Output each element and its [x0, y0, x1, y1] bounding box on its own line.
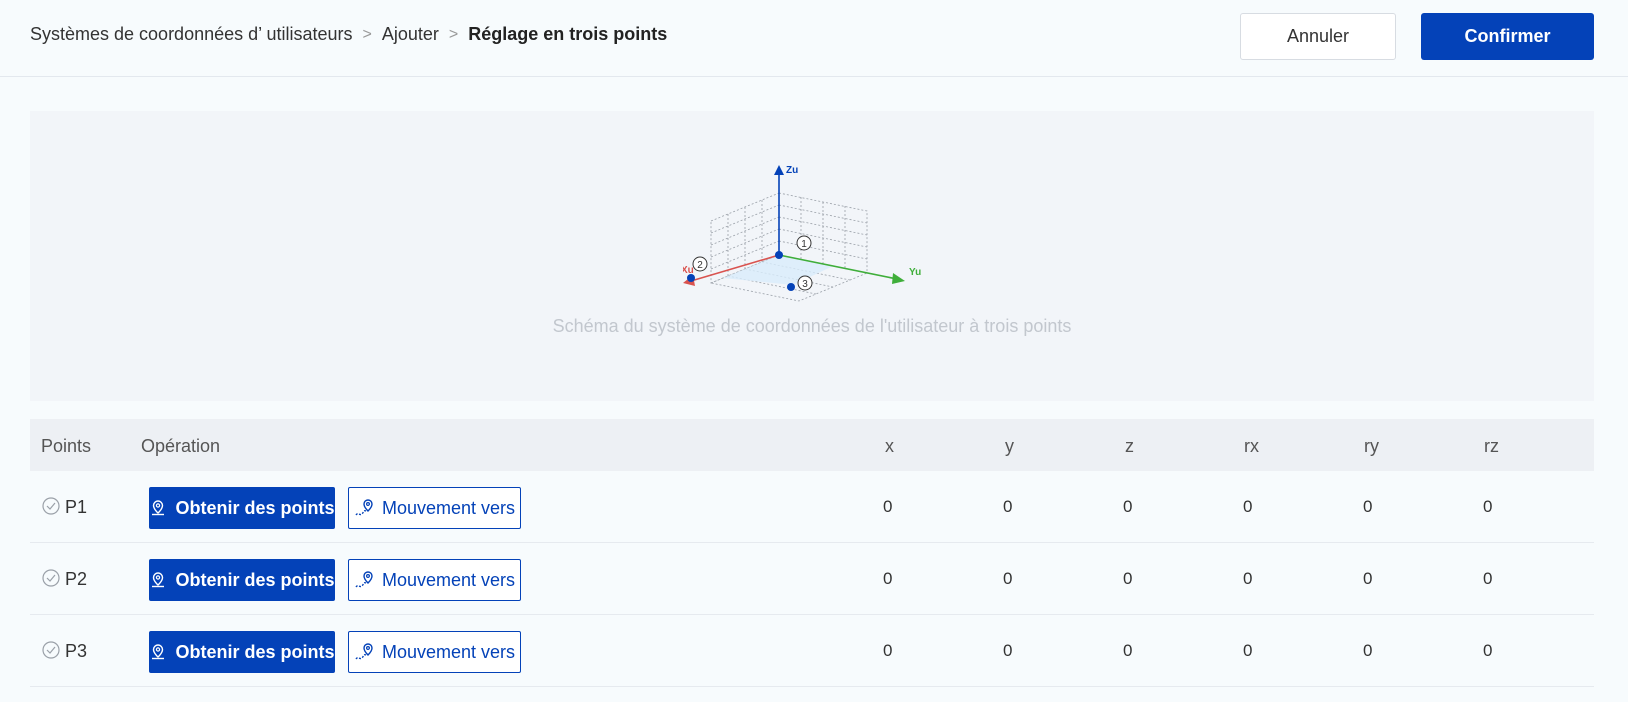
three-point-diagram-panel: Zu Xu Yu 1 2 3 Schéma du système de coor…	[30, 111, 1594, 401]
cell-ry: 0	[1363, 569, 1373, 588]
coordinate-system-illustration: Zu Xu Yu 1 2 3	[683, 165, 921, 302]
cell-x: 0	[883, 569, 893, 588]
route-pin-icon	[355, 499, 373, 516]
top-bar: Systèmes de coordonnées d’ utilisateurs …	[0, 0, 1628, 77]
location-pin-icon	[152, 644, 165, 660]
cell-x: 0	[883, 641, 893, 660]
marker-3: 3	[802, 279, 808, 290]
point-name: P3	[65, 641, 88, 661]
breadcrumb-item-add[interactable]: Ajouter	[382, 24, 439, 45]
point-name: P2	[65, 569, 88, 589]
location-pin-icon	[152, 500, 165, 516]
axis-z-label: Zu	[786, 165, 798, 176]
breadcrumb-separator: >	[362, 25, 372, 43]
get-point-label: Obtenir des points	[175, 569, 335, 590]
get-point-button[interactable]: Obtenir des points	[149, 487, 335, 529]
cell-rz: 0	[1483, 497, 1493, 516]
move-to-label: Mouvement vers	[381, 497, 516, 518]
move-to-label: Mouvement vers	[381, 641, 516, 662]
header-ry: ry	[1364, 436, 1379, 456]
breadcrumb-current: Réglage en trois points	[468, 24, 668, 44]
cell-y: 0	[1003, 497, 1013, 516]
get-point-label: Obtenir des points	[175, 497, 335, 518]
check-circle-icon	[42, 641, 60, 659]
cell-ry: 0	[1363, 497, 1373, 516]
breadcrumb: Systèmes de coordonnées d’ utilisateurs …	[30, 24, 667, 45]
header-rz: rz	[1484, 436, 1499, 456]
cell-rx: 0	[1243, 569, 1253, 588]
cell-y: 0	[1003, 641, 1013, 660]
table-row: P1 Obtenir des points Mouvement vers 0 0…	[30, 471, 1594, 543]
route-pin-icon	[355, 571, 373, 588]
get-point-button[interactable]: Obtenir des points	[149, 631, 335, 673]
table-row: P3 Obtenir des points Mouvement vers 0 0…	[30, 615, 1594, 687]
move-to-button[interactable]: Mouvement vers	[348, 631, 521, 673]
header-y: y	[1005, 436, 1014, 456]
check-circle-icon	[42, 497, 60, 515]
cell-z: 0	[1123, 497, 1133, 516]
cell-rz: 0	[1483, 569, 1493, 588]
header-rx: rx	[1244, 436, 1259, 456]
move-to-button[interactable]: Mouvement vers	[348, 487, 521, 529]
header-points: Points	[41, 436, 92, 456]
points-table-header: Points Opération x y z rx ry rz	[30, 419, 1594, 471]
cell-rz: 0	[1483, 641, 1493, 660]
get-point-button[interactable]: Obtenir des points	[149, 559, 335, 601]
move-to-button[interactable]: Mouvement vers	[348, 559, 521, 601]
header-operation: Opération	[141, 436, 221, 456]
cell-ry: 0	[1363, 641, 1373, 660]
marker-2: 2	[697, 260, 703, 271]
cell-z: 0	[1123, 641, 1133, 660]
get-point-label: Obtenir des points	[175, 641, 335, 662]
confirm-button[interactable]: Confirmer	[1421, 13, 1594, 60]
marker-1: 1	[801, 239, 807, 250]
route-pin-icon	[355, 643, 373, 660]
table-row: P2 Obtenir des points Mouvement vers 0 0…	[30, 543, 1594, 615]
breadcrumb-item-user-coordinate-systems[interactable]: Systèmes de coordonnées d’ utilisateurs	[30, 24, 353, 45]
diagram-caption: Schéma du système de coordonnées de l'ut…	[552, 316, 1072, 336]
header-z: z	[1125, 436, 1134, 456]
cell-z: 0	[1123, 569, 1133, 588]
cell-rx: 0	[1243, 497, 1253, 516]
cell-y: 0	[1003, 569, 1013, 588]
header-x: x	[885, 436, 894, 456]
breadcrumb-separator: >	[448, 25, 459, 43]
check-circle-icon	[42, 569, 60, 587]
cancel-button[interactable]: Annuler	[1240, 13, 1396, 60]
cell-x: 0	[883, 497, 893, 516]
axis-y-label: Yu	[909, 267, 921, 278]
cell-rx: 0	[1243, 641, 1253, 660]
move-to-label: Mouvement vers	[381, 569, 516, 590]
point-name: P1	[65, 497, 88, 517]
location-pin-icon	[152, 572, 165, 588]
